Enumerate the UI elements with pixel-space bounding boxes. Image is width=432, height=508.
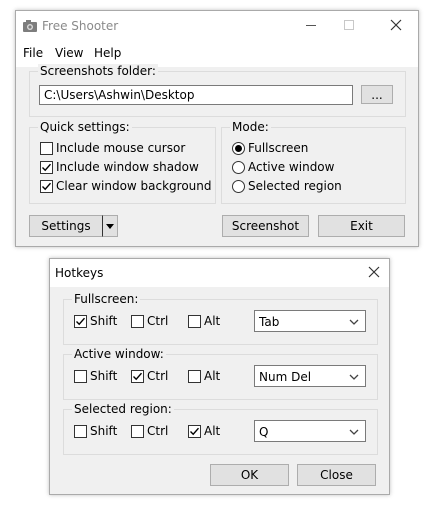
active-window-radio-label: Active window [248, 160, 335, 174]
radio-selected-dot [235, 145, 242, 152]
dialog-title: Hotkeys [55, 266, 104, 280]
chevron-down-icon [349, 429, 359, 435]
checkmark-icon [42, 163, 52, 172]
active-window-hotkey-label: Active window: [72, 347, 166, 361]
active-window-shift-label: Shift [90, 369, 118, 383]
main-window: Free Shooter File View Help Screenshots … [15, 10, 419, 247]
dialog-title-bar[interactable]: Hotkeys [50, 259, 389, 287]
include-mouse-cursor-label: Include mouse cursor [56, 141, 186, 155]
active-window-key-select[interactable]: Num Del [254, 365, 366, 387]
fullscreen-shift-label: Shift [90, 314, 118, 328]
selected-region-alt-label: Alt [204, 424, 221, 438]
include-window-shadow-checkbox[interactable] [40, 161, 53, 174]
folder-path-input[interactable]: C:\Users\Ashwin\Desktop [39, 85, 353, 105]
checkmark-icon [42, 182, 52, 191]
active-window-radio[interactable] [232, 161, 245, 174]
title-bar[interactable]: Free Shooter [16, 11, 418, 41]
app-icon [22, 18, 38, 37]
fullscreen-radio[interactable] [232, 142, 245, 155]
exit-button[interactable]: Exit [318, 215, 405, 237]
close-icon[interactable] [390, 19, 402, 34]
selected-region-alt-checkbox[interactable] [188, 425, 201, 438]
active-window-alt-checkbox[interactable] [188, 370, 201, 383]
active-window-ctrl-label: Ctrl [147, 369, 169, 383]
settings-button[interactable]: Settings [29, 215, 103, 237]
clear-window-background-checkbox[interactable] [40, 180, 53, 193]
browse-button[interactable]: ... [361, 85, 393, 104]
selected-region-hotkey-label: Selected region: [72, 402, 174, 416]
menu-file[interactable]: File [23, 46, 43, 60]
hotkeys-dialog: Hotkeys Fullscreen: Shift Ctrl Alt Tab A… [49, 258, 390, 495]
selected-region-shift-label: Shift [90, 424, 118, 438]
menu-help[interactable]: Help [94, 46, 121, 60]
active-window-shift-checkbox[interactable] [74, 370, 87, 383]
selected-region-ctrl-checkbox[interactable] [131, 425, 144, 438]
selected-region-key-select[interactable]: Q [254, 420, 366, 442]
ok-button[interactable]: OK [210, 464, 289, 486]
include-window-shadow-label: Include window shadow [56, 160, 199, 174]
fullscreen-hotkey-label: Fullscreen: [72, 292, 141, 306]
fullscreen-ctrl-label: Ctrl [147, 314, 169, 328]
minimize-icon[interactable] [306, 25, 316, 26]
chevron-down-icon [349, 374, 359, 380]
include-mouse-cursor-checkbox[interactable] [40, 142, 53, 155]
maximize-icon[interactable] [344, 20, 354, 30]
mode-label: Mode: [230, 120, 271, 134]
selected-region-ctrl-label: Ctrl [147, 424, 169, 438]
screenshots-folder-label: Screenshots folder: [38, 64, 158, 78]
screenshot-button[interactable]: Screenshot [222, 215, 309, 237]
selected-region-radio[interactable] [232, 180, 245, 193]
fullscreen-radio-label: Fullscreen [248, 141, 309, 155]
dialog-close-button[interactable]: Close [297, 464, 376, 486]
clear-window-background-label: Clear window background [56, 179, 212, 193]
window-title: Free Shooter [42, 19, 119, 33]
settings-dropdown-button[interactable] [102, 215, 118, 237]
checkmark-icon [133, 372, 143, 381]
checkmark-icon [76, 317, 86, 326]
dropdown-arrow-icon [106, 223, 114, 229]
active-window-ctrl-checkbox[interactable] [131, 370, 144, 383]
menu-view[interactable]: View [55, 46, 83, 60]
selected-region-radio-label: Selected region [248, 179, 342, 193]
active-window-alt-label: Alt [204, 369, 221, 383]
chevron-down-icon [349, 319, 359, 325]
checkmark-icon [190, 427, 200, 436]
fullscreen-key-select[interactable]: Tab [254, 310, 366, 332]
quick-settings-label: Quick settings: [38, 120, 132, 134]
fullscreen-ctrl-checkbox[interactable] [131, 315, 144, 328]
dialog-close-icon[interactable] [368, 266, 380, 281]
fullscreen-alt-label: Alt [204, 314, 221, 328]
selected-region-shift-checkbox[interactable] [74, 425, 87, 438]
fullscreen-alt-checkbox[interactable] [188, 315, 201, 328]
fullscreen-shift-checkbox[interactable] [74, 315, 87, 328]
